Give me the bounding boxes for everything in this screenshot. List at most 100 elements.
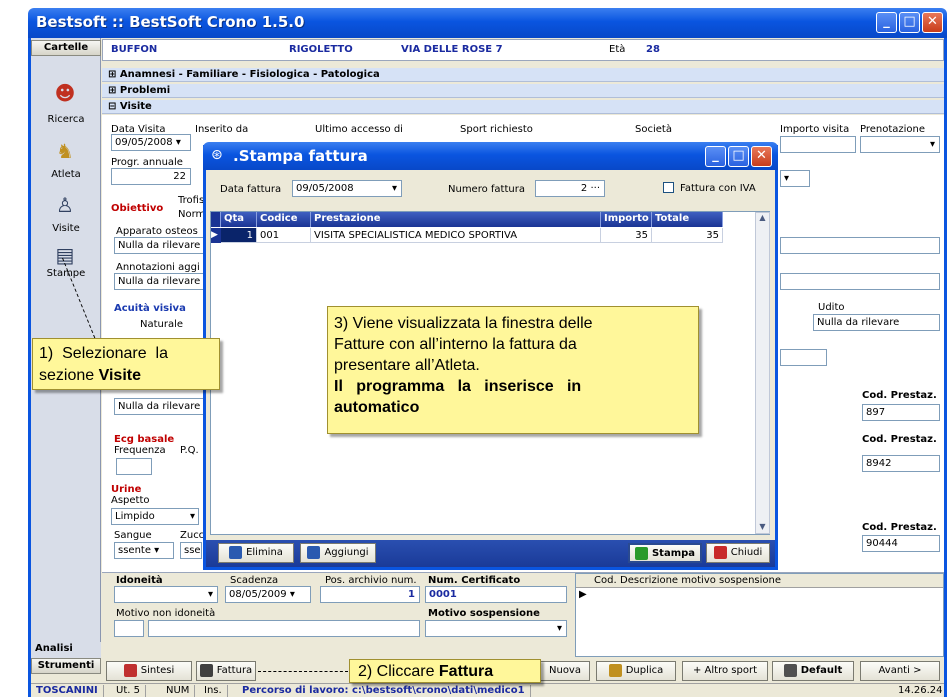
section-visite[interactable]: ⊟ Visite [102,100,944,114]
cell-codice[interactable]: 001 [257,228,311,243]
col-codice[interactable]: Codice [257,212,311,227]
callout-1-line-a: 1) Selezionare la [39,345,168,362]
numero-fattura-field[interactable]: 2 ··· [535,180,605,197]
grid-scrollbar[interactable]: ▲ ▼ [755,212,770,534]
people-icon[interactable]: ☻ [53,82,77,104]
col-importo[interactable]: Importo [601,212,652,227]
aspetto-select[interactable]: Limpido ▾ [111,508,199,525]
doctor-icon[interactable]: ♙ [53,194,77,216]
cell-totale[interactable]: 35 [652,228,723,243]
section-problemi[interactable]: ⊞ Problemi [102,84,944,98]
col-qta[interactable]: Qta [221,212,257,227]
sport-label: Sport richiesto [460,124,533,135]
nuova-label: Nuova [549,665,581,676]
sintesi-label: Sintesi [140,665,175,676]
frequenza-label: Frequenza [114,445,166,456]
section-visite-label: Visite [119,101,152,112]
avanti-button[interactable]: Avanti > [860,661,940,681]
motivo-sosp-select[interactable]: ▾ [425,620,567,637]
data-fattura-field[interactable]: 09/05/2008 ▾ [292,180,402,197]
cartelle-header[interactable]: Cartelle [31,40,101,56]
minimize-button[interactable]: _ [876,12,897,33]
scadenza-field[interactable]: 08/05/2009 ▾ [225,586,311,603]
cell-qta[interactable]: 1 [221,228,257,243]
duplica-label: Duplica [625,665,664,676]
default-button[interactable]: Default [772,661,854,681]
right-field-4[interactable] [780,349,827,366]
cell-prestazione[interactable]: VISITA SPECIALISTICA MEDICO SPORTIVA [311,228,601,243]
elimina-button[interactable]: Elimina [218,543,294,563]
dialog-close-button[interactable]: ✕ [751,146,772,167]
sidebar-item-visite[interactable]: Visite [31,223,101,234]
cod-prestaz-field-2[interactable]: 8942 [862,455,940,472]
sintesi-button[interactable]: Sintesi [106,661,192,681]
cert-field[interactable]: 0001 [425,586,567,603]
motivo-non-code[interactable] [114,620,144,637]
duplica-button[interactable]: Duplica [596,661,676,681]
data-visita-field[interactable]: 09/05/2008 ▾ [111,134,191,151]
right-field-3[interactable] [780,273,940,290]
row-selector-icon[interactable]: ▶ [211,228,221,243]
duplicate-icon [608,663,622,677]
cod-prestaz-label-1: Cod. Prestaz. [862,390,937,401]
status-bar: TOSCANINI Ut. 5 NUM Ins. Percorso di lav… [31,683,944,697]
urine-label: Urine [111,484,142,495]
udito-field[interactable]: Nulla da rilevare [813,314,940,331]
right-field-2[interactable] [780,237,940,254]
altro-sport-button[interactable]: + Altro sport [682,661,768,681]
fattura-button[interactable]: Fattura [196,661,256,681]
sangue-value: ssente [118,545,151,556]
sidebar-item-ricerca[interactable]: Ricerca [31,114,101,125]
sospensione-grid[interactable]: Cod. Descrizione motivo sospensione ▶ [575,573,944,657]
annotazioni-field[interactable]: Nulla da rilevare [114,273,204,290]
progr-field[interactable]: 22 [111,168,191,185]
maximize-button[interactable]: □ [899,12,920,33]
fattura-iva-label: Fattura con IVA [680,183,756,194]
check-icon [634,546,648,560]
fattura-iva-checkbox[interactable] [663,182,674,193]
window-title: Bestsoft :: BestSoft Crono 1.5.0 [36,13,305,31]
stampa-button[interactable]: Stampa [628,543,702,563]
numero-fattura-value: 2 [580,183,588,194]
progr-label: Progr. annuale [111,157,183,168]
zucc-select[interactable]: sser [180,542,202,559]
importo-field[interactable] [780,136,856,153]
pos-field[interactable]: 1 [320,586,420,603]
cod-prestaz-field-1[interactable]: 897 [862,404,940,421]
idoneita-select[interactable]: ▾ [114,586,218,603]
strumenti-button[interactable]: Strumenti [31,658,101,674]
col-totale[interactable]: Totale [652,212,723,227]
cell-importo[interactable]: 35 [601,228,652,243]
right-select-1[interactable]: ▾ [780,170,810,187]
dialog-minimize-button[interactable]: _ [705,146,726,167]
frequenza-field[interactable] [116,458,152,475]
chiudi-button[interactable]: Chiudi [706,543,770,563]
data-fattura-value: 09/05/2008 [296,183,354,194]
sangue-select[interactable]: ssente ▾ [114,542,174,559]
apparato-field[interactable]: Nulla da rilevare [114,237,204,254]
section-anamnesi-label: Anamnesi - Familiare - Fisiologica - Pat… [119,69,380,80]
user-icon[interactable]: ♞ [53,140,77,162]
close-button[interactable]: ✕ [922,12,943,33]
callout-2-fattura: Fattura [438,663,494,680]
avanti-label: Avanti > [878,665,922,676]
apparato-label: Apparato osteos [116,226,198,237]
dialog-maximize-button[interactable]: □ [728,146,749,167]
norm-label: Norm [178,209,206,220]
sangue-label: Sangue [114,530,152,541]
callout-1: 1) Selezionare la sezione Visite [32,338,220,390]
nuova-button[interactable]: Nuova [540,661,590,681]
cod-prestaz-field-3[interactable]: 90444 [862,535,940,552]
field-5-value: Nulla da rilevare [118,401,201,412]
obiettivo-label: Obiettivo [111,203,164,214]
window-titlebar: Bestsoft :: BestSoft Crono 1.5.0 _ □ ✕ [28,8,947,38]
aggiungi-button[interactable]: Aggiungi [300,543,376,563]
prenotazione-select[interactable]: ▾ [860,136,940,153]
motivo-non-field[interactable] [148,620,420,637]
section-anamnesi[interactable]: ⊞ Anamnesi - Familiare - Fisiologica - P… [102,68,944,82]
col-prestazione[interactable]: Prestazione [311,212,601,227]
analisi-label[interactable]: Analisi [31,642,101,658]
field-5[interactable]: Nulla da rilevare [114,398,204,415]
sidebar-item-atleta[interactable]: Atleta [31,169,101,180]
cert-label: Num. Certificato [428,575,521,586]
